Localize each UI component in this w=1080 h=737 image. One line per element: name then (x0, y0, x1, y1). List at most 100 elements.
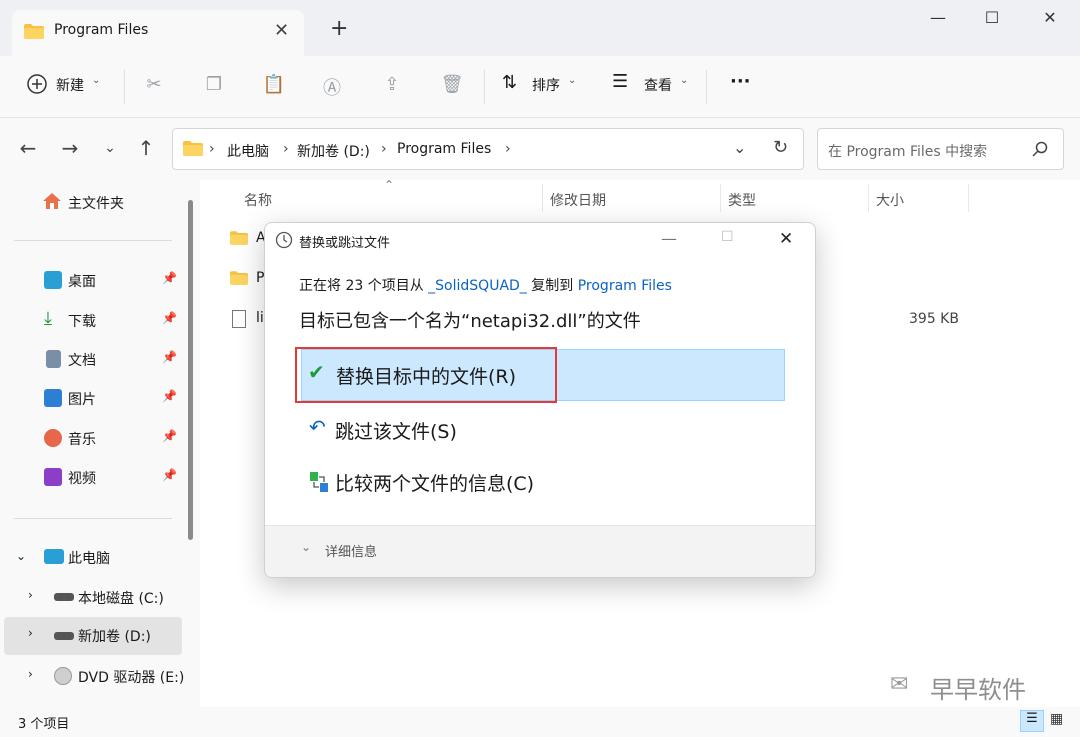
expand-chevron-icon[interactable]: › (28, 588, 33, 602)
minimize-button[interactable]: — (918, 8, 958, 27)
search-input[interactable]: 在 Program Files 中搜索 (817, 128, 1064, 170)
destination-folder-link[interactable]: Program Files (578, 278, 672, 294)
source-folder-link[interactable]: _SolidSQUAD_ (428, 278, 527, 294)
expand-chevron-icon[interactable]: › (28, 667, 33, 681)
sidebar-item-downloads[interactable]: ⤓ 下载 📌 (0, 302, 190, 338)
sidebar-item-music[interactable]: 音乐 📌 (0, 420, 190, 456)
toolbar-divider (484, 70, 485, 104)
dialog-title: 替换或跳过文件 (299, 236, 391, 251)
expand-chevron-icon[interactable]: › (28, 626, 33, 640)
expand-chevron-icon[interactable]: ⌄ (16, 549, 26, 563)
up-arrow-icon[interactable]: ↑ (132, 136, 160, 160)
pin-icon[interactable]: 📌 (162, 271, 177, 285)
sidebar-item-home[interactable]: 主文件夹 (0, 184, 190, 220)
new-tab-button[interactable]: + (330, 18, 348, 40)
column-divider[interactable] (720, 184, 721, 212)
column-divider[interactable] (968, 184, 969, 212)
status-bar: 3 个项目 ☰ ▦ (0, 707, 1080, 737)
breadcrumb-drive-d[interactable]: 新加卷 (D:) (297, 141, 370, 161)
dialog-maximize-button: ☐ (721, 229, 734, 245)
conflict-message: 目标已包含一个名为“netapi32.dll”的文件 (299, 311, 641, 332)
sidebar-item-desktop[interactable]: 桌面 📌 (0, 262, 190, 298)
close-button[interactable]: ✕ (1030, 8, 1070, 27)
toolbar-divider (706, 70, 707, 104)
compare-files-icon (310, 472, 328, 492)
copy-status-line: 正在将 23 个项目从 _SolidSQUAD_ 复制到 Program Fil… (299, 275, 672, 295)
breadcrumb-separator-icon: › (505, 141, 511, 157)
column-header-size[interactable]: 大小 (876, 190, 904, 210)
sidebar-label: 音乐 (68, 432, 96, 448)
view-icon: ☰ (612, 71, 629, 92)
computer-icon (44, 549, 64, 564)
tab-close-icon[interactable]: ✕ (274, 20, 289, 41)
share-icon[interactable]: ⇪ (380, 74, 404, 98)
column-divider[interactable] (868, 184, 869, 212)
delete-icon[interactable]: 🗑 (440, 74, 464, 98)
sort-ascending-icon: ⌃ (384, 178, 395, 192)
column-divider[interactable] (542, 184, 543, 212)
pin-icon[interactable]: 📌 (162, 350, 177, 364)
breadcrumb-program-files[interactable]: Program Files (397, 141, 491, 157)
back-arrow-icon[interactable]: ← (14, 136, 42, 160)
skip-option-button[interactable]: ↶ 跳过该文件(S) (301, 411, 785, 451)
paste-icon[interactable]: 📋 (262, 74, 286, 98)
sidebar-item-documents[interactable]: 文档 📌 (0, 341, 190, 377)
compare-option-label: 比较两个文件的信息(C) (335, 473, 535, 495)
clock-icon (275, 231, 293, 249)
sidebar-item-drive-d[interactable]: › 新加卷 (D:) (4, 617, 182, 655)
sidebar-label: 此电脑 (68, 551, 110, 567)
address-bar[interactable]: › 此电脑 › 新加卷 (D:) › Program Files › ⌄ ↻ (172, 128, 804, 170)
item-count: 3 个项目 (18, 717, 70, 732)
dialog-close-button[interactable]: ✕ (779, 229, 793, 249)
sidebar-item-videos[interactable]: 视频 📌 (0, 459, 190, 495)
skip-option-label: 跳过该文件(S) (335, 421, 457, 443)
sidebar-item-pictures[interactable]: 图片 📌 (0, 380, 190, 416)
sidebar-scrollbar[interactable] (188, 200, 193, 540)
toolbar-divider (124, 70, 125, 104)
folder-icon (24, 24, 44, 39)
details-view-icon[interactable]: ☰ (1020, 710, 1044, 732)
sidebar-item-this-pc[interactable]: ⌄ 此电脑 (0, 539, 190, 575)
more-options-button[interactable]: ··· (730, 71, 751, 92)
watermark-text: 早早软件 (930, 676, 1026, 704)
rename-icon[interactable]: Ⓐ (320, 74, 344, 99)
pin-icon[interactable]: 📌 (162, 468, 177, 482)
file-name: li (256, 310, 264, 326)
new-label: 新建 (56, 78, 84, 94)
sidebar-label: 主文件夹 (68, 196, 124, 212)
folder-icon (183, 141, 203, 156)
tiles-view-icon[interactable]: ▦ (1050, 711, 1063, 727)
address-history-chevron-icon[interactable]: ⌄ (733, 138, 746, 157)
pin-icon[interactable]: 📌 (162, 389, 177, 403)
forward-arrow-icon[interactable]: → (56, 136, 84, 160)
cut-icon[interactable]: ✂ (142, 74, 166, 98)
column-header-type[interactable]: 类型 (728, 190, 756, 210)
pin-icon[interactable]: 📌 (162, 429, 177, 443)
compare-option-button[interactable]: 比较两个文件的信息(C) (301, 463, 785, 503)
pin-icon[interactable]: 📌 (162, 311, 177, 325)
view-button[interactable]: ☰ 查看 ⌄ (612, 56, 698, 118)
sidebar-item-drive-e[interactable]: › DVD 驱动器 (E:) (0, 658, 190, 694)
wechat-icon: ✉ (890, 672, 909, 697)
copy-icon[interactable]: ❐ (202, 74, 226, 98)
watermark: ✉ 早早软件 (890, 670, 1070, 704)
breadcrumb-this-pc[interactable]: 此电脑 (227, 141, 269, 161)
refresh-icon[interactable]: ↻ (773, 137, 788, 158)
breadcrumb-separator-icon: › (209, 141, 215, 157)
breadcrumb-separator-icon: › (381, 141, 387, 157)
sort-button[interactable]: ⇅ 排序 ⌄ (502, 56, 588, 118)
column-header-name[interactable]: 名称 (244, 190, 272, 210)
sidebar-item-drive-c[interactable]: › 本地磁盘 (C:) (0, 579, 190, 615)
tab-title: Program Files (54, 22, 149, 38)
recent-chevron-icon[interactable]: ⌄ (96, 140, 124, 156)
details-toggle[interactable]: ⌄ 详细信息 (301, 540, 421, 564)
sidebar-divider (14, 240, 172, 241)
video-icon (44, 468, 62, 486)
tab-program-files[interactable]: Program Files ✕ (12, 10, 304, 56)
new-button[interactable]: 新建 ⌄ (26, 73, 116, 101)
maximize-button[interactable]: ☐ (972, 8, 1012, 27)
details-label: 详细信息 (325, 545, 378, 560)
dialog-minimize-button[interactable]: — (661, 229, 677, 248)
column-header-date[interactable]: 修改日期 (550, 190, 606, 210)
dvd-icon (54, 667, 72, 685)
